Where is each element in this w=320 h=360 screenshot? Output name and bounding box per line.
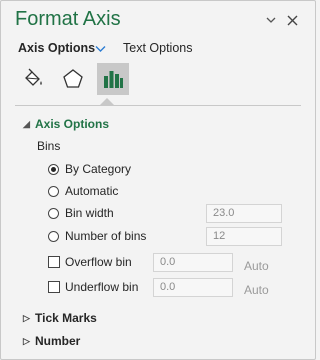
tab-text-options[interactable]: Text Options — [123, 41, 192, 55]
radio-button[interactable] — [48, 185, 59, 197]
underflow-bin-input[interactable]: 0.0 — [153, 278, 233, 297]
close-button[interactable] — [282, 10, 302, 30]
underflow-auto-button[interactable]: Auto — [244, 283, 269, 297]
underflow-bin-checkbox[interactable]: Underflow bin — [48, 280, 138, 294]
tab-axis-options-icon[interactable] — [97, 63, 129, 95]
divider — [15, 105, 301, 106]
tab-axis-options[interactable]: Axis Options — [18, 41, 95, 55]
chevron-down-icon — [95, 46, 106, 52]
bin-width-label: Bin width — [65, 206, 114, 220]
triangle-collapsed-icon: ▷ — [23, 335, 30, 346]
fill-line-icon — [25, 68, 42, 86]
checkbox[interactable] — [48, 281, 60, 293]
bins-label: Bins — [37, 139, 61, 153]
underflow-bin-label: Underflow bin — [65, 280, 139, 294]
section-number[interactable]: ▷ Number — [23, 334, 80, 348]
chevron-down-icon — [266, 17, 276, 23]
radio-button[interactable] — [48, 207, 59, 219]
overflow-bin-input[interactable]: 0.0 — [153, 253, 233, 272]
pane-options-button[interactable] — [261, 10, 281, 30]
bin-width-input[interactable]: 23.0 — [206, 204, 282, 223]
overflow-auto-button[interactable]: Auto — [244, 259, 269, 273]
radio-button[interactable] — [48, 163, 59, 175]
section-tick-marks-label: Tick Marks — [35, 311, 97, 325]
section-number-label: Number — [35, 334, 81, 348]
section-axis-options[interactable]: ◢ Axis Options — [23, 117, 109, 131]
format-axis-pane: Format Axis Axis Options Text Options ◢ … — [0, 0, 316, 360]
tab-effects[interactable] — [57, 63, 89, 95]
pane-title: Format Axis — [15, 8, 121, 30]
effects-pentagon-icon — [63, 69, 83, 88]
close-icon — [287, 15, 297, 25]
triangle-collapsed-icon: ▷ — [23, 312, 30, 323]
section-tick-marks[interactable]: ▷ Tick Marks — [23, 311, 97, 325]
axis-options-dropdown[interactable] — [95, 42, 106, 56]
automatic-label: Automatic — [65, 184, 119, 198]
radio-number-of-bins[interactable]: Number of bins — [48, 229, 146, 243]
section-axis-options-label: Axis Options — [35, 117, 110, 131]
radio-button[interactable] — [48, 230, 59, 242]
by-category-label: By Category — [65, 162, 132, 176]
triangle-expanded-icon: ◢ — [23, 118, 30, 129]
overflow-bin-label: Overflow bin — [65, 255, 132, 269]
checkbox[interactable] — [48, 256, 60, 268]
number-of-bins-label: Number of bins — [65, 229, 147, 243]
bar-chart-icon — [104, 71, 123, 88]
radio-automatic[interactable]: Automatic — [48, 184, 118, 198]
radio-bin-width[interactable]: Bin width — [48, 206, 114, 220]
radio-by-category[interactable]: By Category — [48, 162, 131, 176]
overflow-bin-checkbox[interactable]: Overflow bin — [48, 255, 132, 269]
tab-fill-line[interactable] — [17, 63, 49, 95]
number-of-bins-input[interactable]: 12 — [206, 227, 282, 246]
